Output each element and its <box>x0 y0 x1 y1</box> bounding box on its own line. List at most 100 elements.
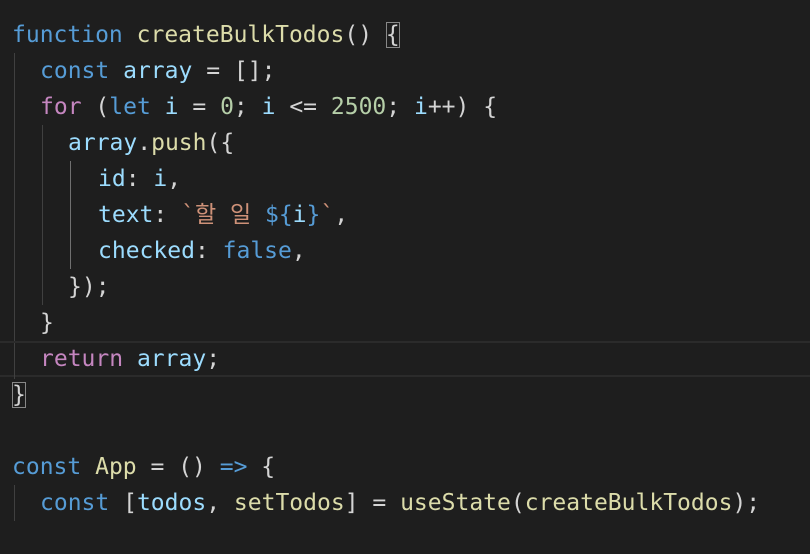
indent-guide <box>14 305 15 341</box>
code-token: = []; <box>192 58 276 84</box>
indent-guide <box>42 233 43 269</box>
code-token: : <box>125 166 154 192</box>
code-token: ( <box>81 94 110 120</box>
code-token: function <box>12 22 123 48</box>
code-token: , <box>334 202 349 228</box>
code-token: useState <box>400 490 511 516</box>
code-token: ] = <box>344 490 401 516</box>
code-line[interactable]: checked: false, <box>0 233 810 269</box>
code-token: id <box>98 166 126 192</box>
code-token: ({ <box>206 130 235 156</box>
code-token: ; <box>386 94 414 120</box>
code-token: . <box>137 130 152 156</box>
code-token: ); <box>732 490 761 516</box>
code-line[interactable]: array.push({ <box>0 125 810 161</box>
code-line[interactable]: }); <box>0 269 810 305</box>
code-line[interactable]: const App = () => { <box>0 449 810 485</box>
code-text: function createBulkTodos() { <box>12 17 400 53</box>
code-token: createBulkTodos <box>524 490 733 516</box>
code-text: const [todos, setTodos] = useState(creat… <box>40 485 760 521</box>
code-token: createBulkTodos <box>136 22 345 48</box>
code-token: false <box>222 238 292 264</box>
code-text: id: i, <box>98 161 181 197</box>
indent-guide <box>14 161 15 197</box>
code-token: = <box>178 94 221 120</box>
code-token: array <box>136 346 207 372</box>
code-token: } <box>40 310 54 336</box>
code-line[interactable]: } <box>0 305 810 341</box>
code-token: App <box>95 454 137 480</box>
code-line[interactable]: const [todos, setTodos] = useState(creat… <box>0 485 810 521</box>
code-token: const <box>40 58 110 84</box>
code-token: ` <box>320 202 335 228</box>
code-token: return <box>40 346 124 372</box>
code-line[interactable]: id: i, <box>0 161 810 197</box>
indent-guide <box>14 269 15 305</box>
code-token: `할 일 <box>181 202 265 228</box>
code-text: for (let i = 0; i <= 2500; i++) { <box>40 89 497 125</box>
indent-guide <box>14 343 15 379</box>
code-token: i <box>292 202 307 228</box>
code-token: setTodos <box>233 490 345 516</box>
code-token: ; <box>206 346 221 372</box>
code-token: : <box>153 202 182 228</box>
indent-guide <box>70 197 71 233</box>
code-token: array <box>68 130 138 156</box>
code-token: 2500 <box>330 94 387 120</box>
code-line[interactable]: text: `할 일 ${i}`, <box>0 197 810 233</box>
code-token: array <box>123 58 193 84</box>
code-token: , <box>291 238 306 264</box>
code-token: ++) { <box>427 94 498 120</box>
code-token: () <box>344 22 386 48</box>
code-token: ( <box>510 490 525 516</box>
code-token: let <box>109 94 151 120</box>
indent-guide <box>70 233 71 269</box>
code-text: } <box>40 305 54 341</box>
code-token: ${ <box>264 202 293 228</box>
indent-guide <box>70 161 71 197</box>
code-text: text: `할 일 ${i}`, <box>98 197 348 233</box>
code-editor[interactable]: function createBulkTodos() {const array … <box>0 0 810 554</box>
indent-guide <box>14 233 15 269</box>
code-text: checked: false, <box>98 233 306 269</box>
code-token: const <box>40 490 110 516</box>
code-text: const array = []; <box>40 53 275 89</box>
code-token: = () <box>136 454 220 480</box>
code-token: i <box>261 94 276 120</box>
indent-guide <box>14 89 15 125</box>
code-line[interactable]: return array; <box>0 341 810 379</box>
code-token: { <box>247 454 276 480</box>
code-token: for <box>40 94 82 120</box>
indent-guide <box>42 161 43 197</box>
code-token: const <box>12 454 82 480</box>
code-line[interactable] <box>0 413 810 449</box>
indent-guide <box>42 125 43 161</box>
code-token: , <box>167 166 182 192</box>
code-token: i <box>413 94 428 120</box>
code-token: : <box>194 238 223 264</box>
code-token: push <box>151 130 207 156</box>
code-token: text <box>98 202 154 228</box>
code-line[interactable]: function createBulkTodos() { <box>0 17 810 53</box>
code-token: } <box>306 202 321 228</box>
code-token: }); <box>68 274 110 300</box>
code-token: } <box>12 382 26 408</box>
code-line[interactable]: const array = []; <box>0 53 810 89</box>
code-token: , <box>206 490 234 516</box>
code-token: i <box>164 94 179 120</box>
code-token: checked <box>98 238 195 264</box>
code-line[interactable]: for (let i = 0; i <= 2500; i++) { <box>0 89 810 125</box>
indent-guide <box>14 197 15 233</box>
code-text: const App = () => { <box>12 449 275 485</box>
indent-guide <box>14 125 15 161</box>
code-token: { <box>385 22 400 48</box>
code-token: => <box>219 454 248 480</box>
code-text: } <box>12 377 26 413</box>
indent-guide <box>14 53 15 89</box>
indent-guide <box>42 197 43 233</box>
code-line[interactable]: } <box>0 377 810 413</box>
